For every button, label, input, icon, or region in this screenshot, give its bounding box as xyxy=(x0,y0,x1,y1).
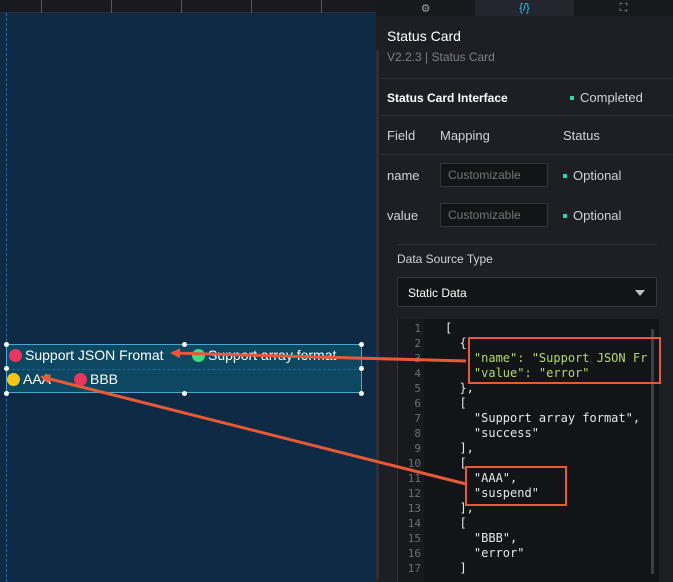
interface-status: Completed xyxy=(570,90,643,105)
status-square-icon xyxy=(570,95,574,100)
code-line: "AAA", xyxy=(445,471,518,485)
status-item: AAA xyxy=(7,371,51,387)
widget-divider xyxy=(7,369,361,370)
column-mapping: Mapping xyxy=(440,128,490,143)
field-status: Optional xyxy=(563,208,621,223)
line-number: 7 xyxy=(414,412,421,425)
code-line: { xyxy=(445,336,467,350)
line-number: 4 xyxy=(414,367,421,380)
resize-handle[interactable] xyxy=(182,342,187,347)
field-status: Optional xyxy=(563,168,621,183)
status-item: Support JSON Fromat xyxy=(9,347,164,363)
caret-down-icon xyxy=(635,290,645,296)
panel-tabs: ⚙ {/} ⛶ xyxy=(376,0,673,16)
data-source-label: Data Source Type xyxy=(397,252,493,266)
code-line: ], xyxy=(445,441,474,455)
code-line: "value": "error" xyxy=(445,366,590,380)
code-line: ], xyxy=(445,501,474,515)
line-number: 5 xyxy=(414,382,421,395)
code-line: [ xyxy=(445,321,453,335)
tab-settings[interactable]: ⚙ xyxy=(376,0,475,16)
field-value-label: value xyxy=(387,208,419,223)
code-line: "BBB", xyxy=(445,531,518,545)
tab-interaction[interactable]: ⛶ xyxy=(574,0,673,16)
line-number: 10 xyxy=(407,457,421,470)
config-panel: ⚙ {/} ⛶ Status Card V2.2.3 | Status Card… xyxy=(376,0,673,582)
line-number: 6 xyxy=(414,397,421,410)
status-item-label: AAA xyxy=(23,371,52,387)
divider xyxy=(376,154,673,155)
status-dot-icon xyxy=(9,348,22,362)
status-dot-icon xyxy=(7,372,20,386)
component-title: Status Card xyxy=(387,28,461,44)
name-mapping-input[interactable] xyxy=(440,163,548,187)
status-item-label: BBB xyxy=(90,371,119,387)
resize-handle[interactable] xyxy=(4,391,9,396)
resize-handle[interactable] xyxy=(4,342,9,347)
column-status: Status xyxy=(563,128,600,143)
field-status-label: Optional xyxy=(573,168,622,183)
line-number: 16 xyxy=(407,547,421,560)
line-number: 13 xyxy=(407,502,421,515)
code-line: "Support array format", xyxy=(445,411,641,425)
line-number: 14 xyxy=(407,517,421,530)
code-line: "name": "Support JSON Fr xyxy=(445,351,648,365)
status-square-icon xyxy=(563,213,567,218)
column-field: Field xyxy=(387,128,416,143)
status-item-label: Support array format xyxy=(208,347,337,363)
alignment-guide xyxy=(6,13,7,582)
resize-handle[interactable] xyxy=(359,342,364,347)
status-square-icon xyxy=(563,173,567,178)
interface-row[interactable]: Status Card Interface Completed xyxy=(376,78,673,116)
code-line: }, xyxy=(445,381,474,395)
resize-handle[interactable] xyxy=(359,366,364,371)
resize-handle[interactable] xyxy=(359,391,364,396)
divider xyxy=(397,244,657,245)
resize-handle[interactable] xyxy=(182,391,187,396)
status-dot-icon xyxy=(74,372,87,386)
data-source-select[interactable]: Static Data xyxy=(397,277,657,307)
code-line: "error" xyxy=(445,546,525,560)
status-card-widget[interactable]: Support JSON Fromat Support array format… xyxy=(6,344,362,393)
horizontal-ruler xyxy=(0,0,376,13)
data-source-value: Static Data xyxy=(408,286,467,300)
value-mapping-input[interactable] xyxy=(440,203,548,227)
line-number: 11 xyxy=(407,472,421,485)
line-number: 15 xyxy=(407,532,421,545)
interaction-icon: ⛶ xyxy=(619,1,628,14)
status-item-label: Support JSON Fromat xyxy=(25,347,164,363)
component-version: V2.2.3 | Status Card xyxy=(387,50,495,64)
canvas-area[interactable]: Support JSON Fromat Support array format… xyxy=(0,0,376,582)
line-number: 2 xyxy=(414,337,421,350)
line-number: 12 xyxy=(407,487,421,500)
code-line: "success" xyxy=(445,426,539,440)
code-line: [ xyxy=(445,396,467,410)
status-item: Support array format xyxy=(192,347,336,363)
resize-handle[interactable] xyxy=(4,366,9,371)
field-name-label: name xyxy=(387,168,420,183)
status-item: BBB xyxy=(74,371,118,387)
panel-scrollbar[interactable] xyxy=(376,50,379,580)
code-braces-icon: {/} xyxy=(519,2,530,14)
line-number: 8 xyxy=(414,427,421,440)
tab-data[interactable]: {/} xyxy=(475,0,574,16)
sliders-icon: ⚙ xyxy=(420,2,431,15)
editor-scrollbar[interactable] xyxy=(651,329,654,574)
line-number: 17 xyxy=(407,562,421,575)
interface-status-label: Completed xyxy=(580,90,643,105)
field-status-label: Optional xyxy=(573,208,622,223)
code-editor[interactable]: 1 [2 {3 "name": "Support JSON Fr 4 "value"… xyxy=(397,319,659,582)
status-dot-icon xyxy=(192,348,205,362)
code-line: [ xyxy=(445,516,467,530)
line-number: 1 xyxy=(414,322,421,335)
code-line: [ xyxy=(445,456,467,470)
code-line: "suspend" xyxy=(445,486,539,500)
code-line: ] xyxy=(445,561,467,575)
line-number: 9 xyxy=(414,442,421,455)
interface-label: Status Card Interface xyxy=(387,91,508,105)
line-number: 3 xyxy=(414,352,421,365)
